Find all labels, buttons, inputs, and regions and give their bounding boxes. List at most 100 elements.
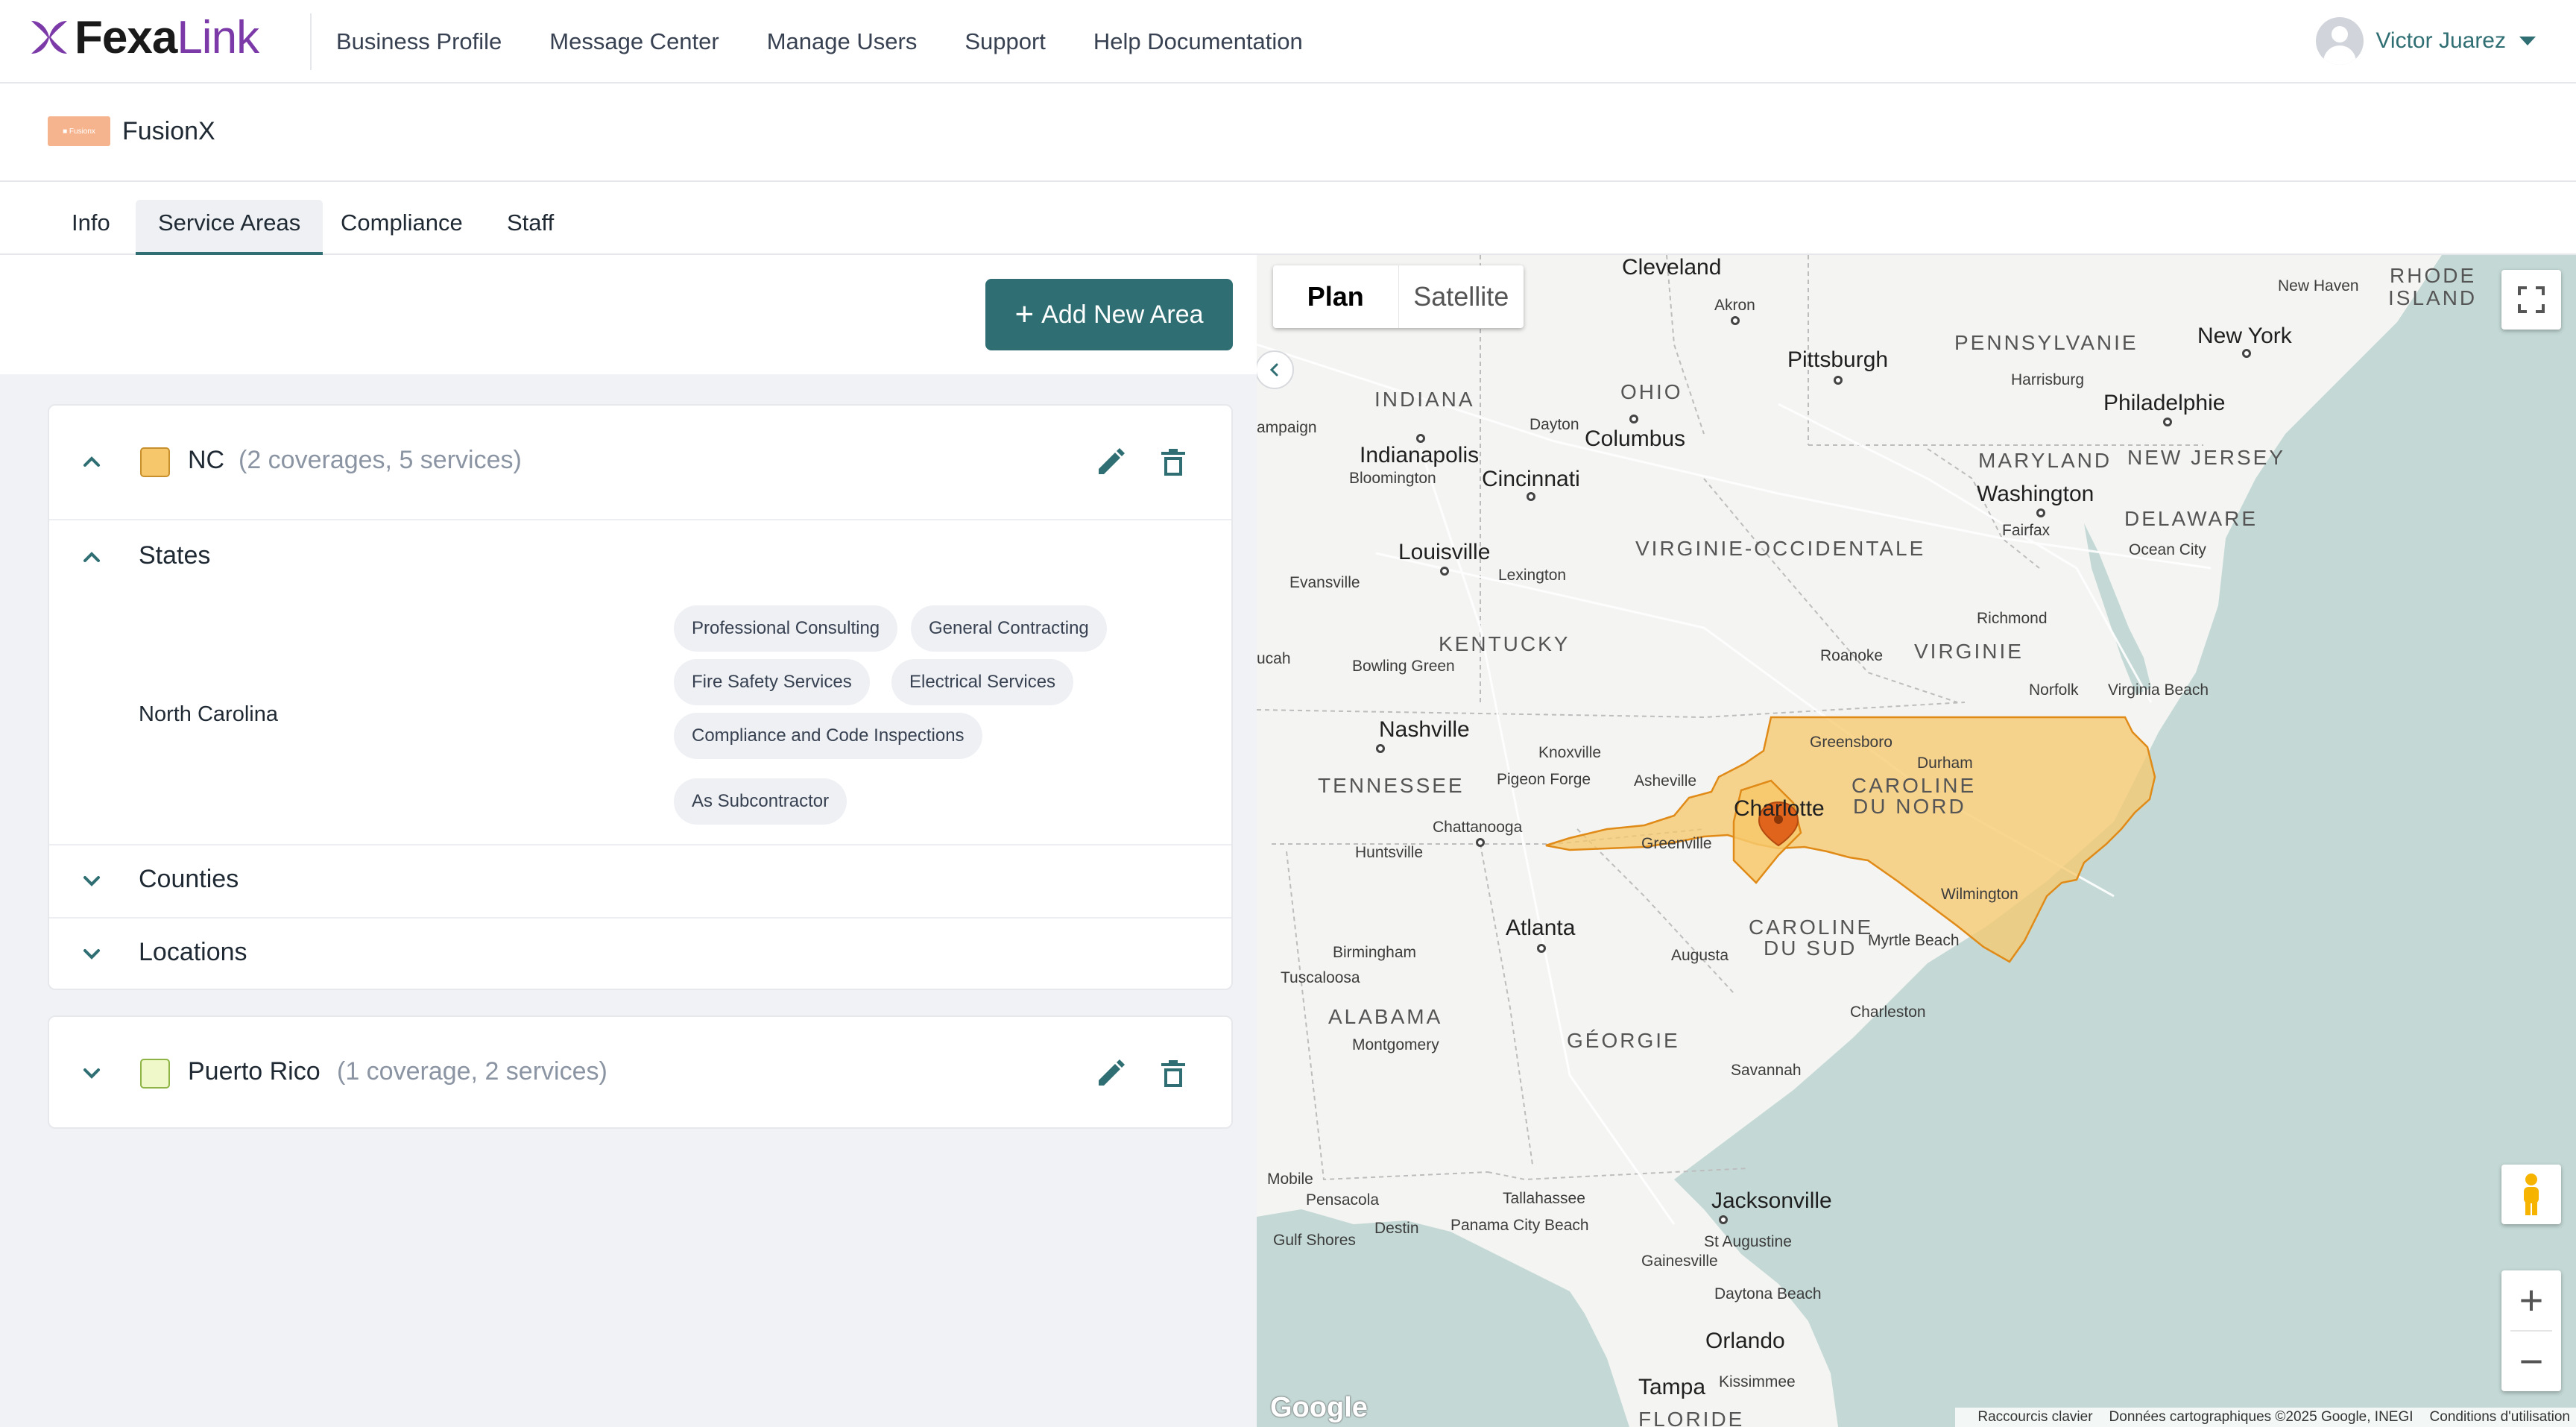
state-north-carolina: North Carolina: [139, 702, 278, 726]
chevron-down-icon[interactable]: [80, 869, 103, 892]
map-label-city: Pensacola: [1306, 1191, 1380, 1209]
trash-icon[interactable]: [1155, 1056, 1191, 1091]
map-city-dot: [1719, 1215, 1728, 1224]
map-label-city: Louisville: [1398, 540, 1491, 564]
nav-divider: [310, 13, 312, 70]
tab-service-areas[interactable]: Service Areas: [136, 200, 323, 255]
chevron-down-icon[interactable]: [80, 1062, 103, 1084]
map-label-city: Wilmington: [1941, 886, 2018, 903]
nav-business-profile[interactable]: Business Profile: [336, 28, 502, 55]
map-label-city: Destin: [1374, 1220, 1419, 1237]
user-name: Victor Juarez: [2375, 28, 2506, 53]
map-city-dot: [2242, 349, 2251, 358]
company-name: FusionX: [122, 117, 215, 145]
area-color-swatch[interactable]: [140, 1059, 170, 1089]
map-city-dot: [1376, 744, 1385, 753]
trash-icon[interactable]: [1155, 444, 1191, 480]
map-label-state: TENNESSEE: [1318, 774, 1465, 797]
section-locations[interactable]: Locations: [139, 938, 247, 967]
map-label-city: Chattanooga: [1433, 819, 1523, 836]
nav-message-center[interactable]: Message Center: [549, 28, 719, 55]
map-label-city: Ocean City: [2129, 541, 2206, 558]
tab-info[interactable]: Info: [49, 200, 133, 255]
area-card-header[interactable]: Puerto Rico (1 coverage, 2 services): [49, 1017, 1231, 1130]
map-label-state: ISLAND: [2388, 286, 2478, 309]
pencil-icon[interactable]: [1093, 1056, 1128, 1091]
map-label-city: Birmingham: [1333, 944, 1417, 961]
zoom-in-button[interactable]: +: [2519, 1270, 2544, 1330]
terms-link[interactable]: Conditions d'utilisation: [2430, 1409, 2570, 1426]
map-label-city: Nashville: [1379, 717, 1470, 742]
map-label-state: DU NORD: [1853, 795, 1966, 818]
google-logo: Google: [1270, 1392, 1368, 1423]
map-label-city: Pittsburgh: [1787, 347, 1889, 372]
chevron-left-icon: [1269, 363, 1278, 377]
map-label-city: St Augustine: [1704, 1233, 1792, 1250]
map-label-city: Tuscaloosa: [1281, 969, 1360, 986]
zoom-out-button[interactable]: −: [2519, 1332, 2544, 1391]
tab-compliance[interactable]: Compliance: [318, 200, 485, 255]
fullscreen-button[interactable]: [2501, 270, 2561, 330]
brand-mark-icon: [28, 16, 70, 58]
map-data-text: Données cartographiques ©2025 Google, IN…: [2109, 1409, 2414, 1425]
map-label-state: FLORIDE: [1638, 1408, 1745, 1427]
chevron-down-icon[interactable]: [80, 942, 103, 965]
panel-toolbar: + Add New Area: [0, 255, 1257, 374]
chevron-down-icon: [2519, 37, 2536, 45]
area-color-swatch[interactable]: [140, 447, 170, 477]
map-label-state: PENNSYLVANIE: [1954, 331, 2138, 354]
service-areas-panel: + Add New Area NC (2 coverages, 5 servic…: [0, 255, 1257, 1427]
user-menu[interactable]: Victor Juarez: [2316, 16, 2536, 66]
section-states[interactable]: States: [139, 541, 210, 570]
map-label-city: ucah: [1257, 650, 1291, 667]
map-type-satellite-button[interactable]: Satellite: [1399, 265, 1524, 328]
map-label-city: Lexington: [1498, 567, 1567, 584]
company-header: ■ Fusionx FusionX: [0, 84, 2576, 182]
street-view-pegman[interactable]: [2501, 1165, 2561, 1224]
add-new-area-label: Add New Area: [1041, 300, 1204, 329]
map-label-city: Knoxville: [1538, 744, 1602, 761]
top-navbar: FexaLink Business Profile Message Center…: [0, 0, 2576, 84]
map-city-dot: [2163, 418, 2172, 426]
map-label-city: Cleveland: [1622, 255, 1722, 280]
map-city-dot: [1440, 567, 1449, 576]
add-new-area-button[interactable]: + Add New Area: [985, 279, 1233, 350]
map-label-city: Daytona Beach: [1714, 1285, 1822, 1302]
map-label-city: Washington: [1977, 482, 2094, 506]
company-logo-text: ■ Fusionx: [63, 127, 95, 136]
company-logo: ■ Fusionx: [48, 116, 110, 146]
area-card-header[interactable]: NC (2 coverages, 5 services): [49, 406, 1231, 519]
service-pill: As Subcontractor: [674, 778, 847, 825]
area-meta: (1 coverage, 2 services): [337, 1057, 607, 1086]
divider: [49, 519, 1231, 520]
map-label-city: Norfolk: [2029, 681, 2079, 699]
area-card-puerto-rico: Puerto Rico (1 coverage, 2 services): [48, 1015, 1233, 1129]
area-meta: (2 coverages, 5 services): [239, 446, 522, 474]
map-label-city: Augusta: [1671, 947, 1729, 964]
collapse-panel-button[interactable]: [1257, 350, 1294, 389]
map-type-plan-button[interactable]: Plan: [1273, 265, 1399, 328]
map-label-city: Greenville: [1641, 835, 1712, 852]
avatar-icon: [2316, 17, 2364, 65]
map-label-state: VIRGINIE-OCCIDENTALE: [1635, 537, 1926, 560]
nav-manage-users[interactable]: Manage Users: [767, 28, 918, 55]
section-counties[interactable]: Counties: [139, 865, 239, 894]
map-label-city: Montgomery: [1352, 1036, 1439, 1053]
map-label-city: Gainesville: [1641, 1253, 1718, 1270]
service-pill: General Contracting: [911, 605, 1107, 652]
brand-logo[interactable]: FexaLink: [28, 12, 259, 63]
map-label-state: ALABAMA: [1328, 1005, 1443, 1028]
map-label-city: Huntsville: [1355, 844, 1424, 861]
pencil-icon[interactable]: [1093, 444, 1128, 480]
chevron-up-icon[interactable]: [80, 450, 103, 473]
map-label-city: Columbus: [1585, 426, 1686, 451]
service-area-map[interactable]: INDIANA OHIO PENNSYLVANIE RHODE ISLAND M…: [1257, 255, 2576, 1427]
map-label-city: Philadelphie: [2103, 391, 2226, 415]
keyboard-shortcuts-link[interactable]: Raccourcis clavier: [1977, 1409, 2092, 1426]
map-label-state: OHIO: [1620, 380, 1683, 403]
tab-staff[interactable]: Staff: [484, 200, 576, 255]
map-label-city: Dayton: [1530, 416, 1579, 433]
nav-help-documentation[interactable]: Help Documentation: [1093, 28, 1303, 55]
chevron-up-icon[interactable]: [80, 546, 103, 568]
nav-support[interactable]: Support: [965, 28, 1046, 55]
